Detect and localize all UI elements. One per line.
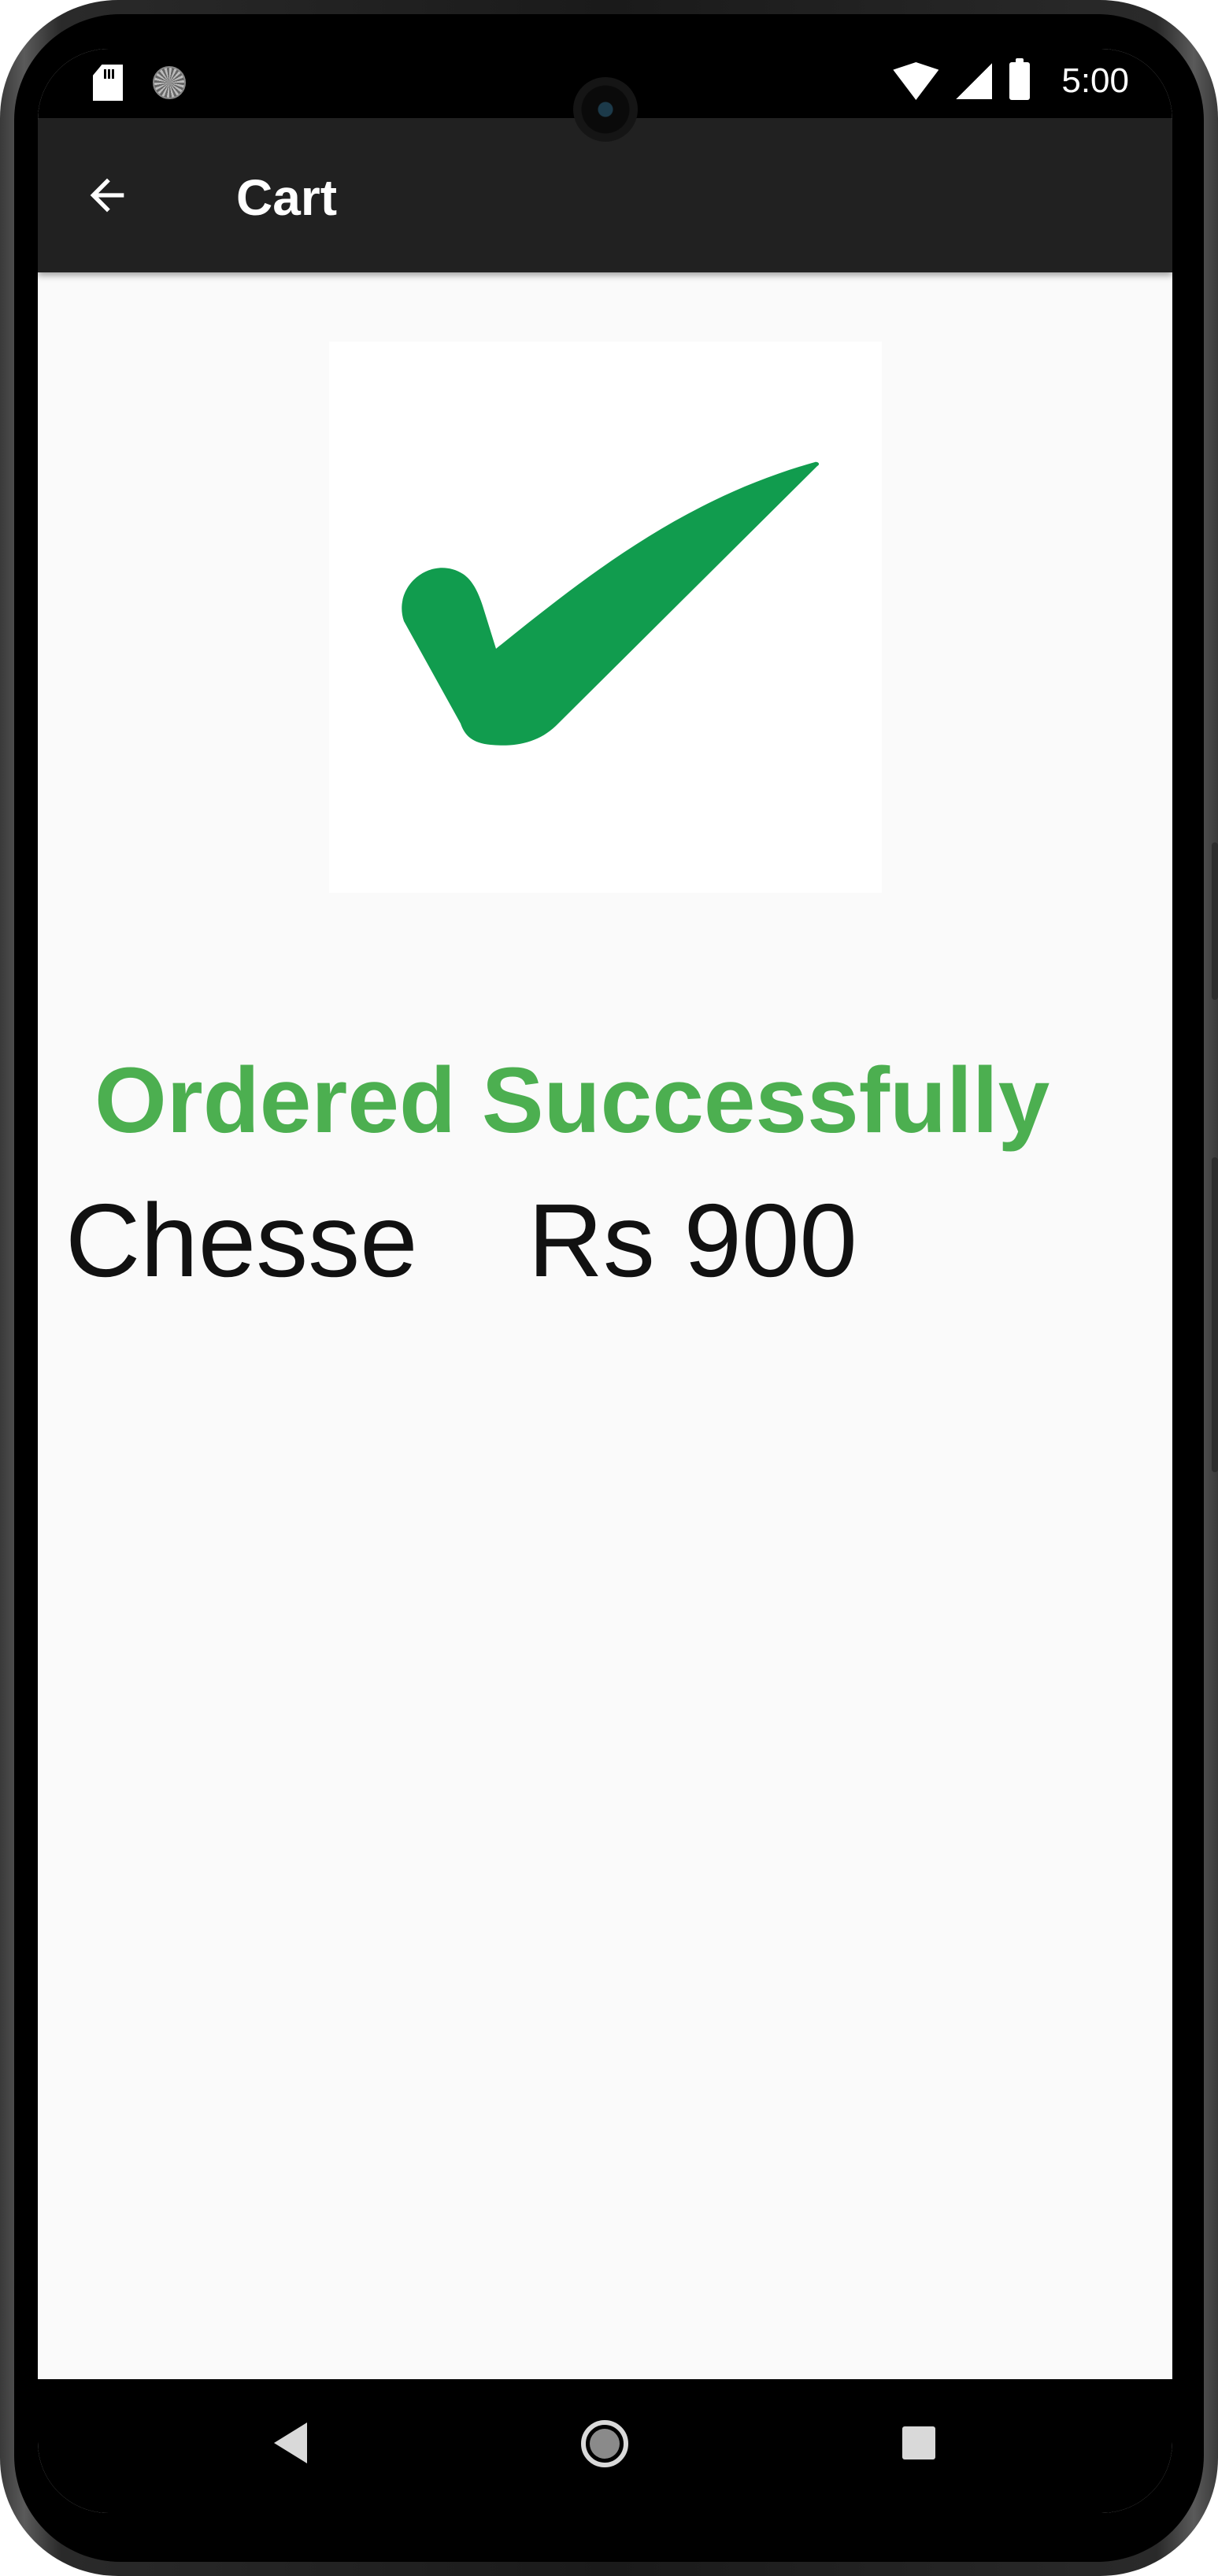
screen: 5:00 Cart Ordered Successfully Chesse Rs… [38,49,1172,2513]
power-button [1212,1157,1218,1472]
page-title: Cart [236,169,338,226]
status-right-icons: 5:00 [893,58,1129,101]
volume-button [1212,842,1218,1000]
success-message: Ordered Successfully [94,1049,1050,1153]
arrow-left-icon [90,178,124,213]
item-price: Rs 900 [528,1183,857,1298]
signal-icon [956,63,993,99]
battery-icon [1009,58,1031,100]
nav-recents-icon[interactable] [902,2426,935,2459]
phone-frame: 5:00 Cart Ordered Successfully Chesse Rs… [0,0,1218,2576]
status-left-icons [93,65,186,101]
success-image [329,342,882,893]
nav-home-icon[interactable] [581,2420,628,2467]
ordered-item-row: Chesse Rs 900 [65,1181,857,1300]
status-time: 5:00 [1061,61,1129,100]
back-button[interactable] [76,164,139,227]
loading-icon [153,66,186,99]
item-name: Chesse [65,1183,418,1298]
front-camera [573,77,638,142]
checkmark-icon [402,461,820,746]
wifi-icon [893,62,939,100]
navigation-bar [38,2379,1172,2513]
nav-back-icon[interactable] [274,2422,307,2463]
sd-card-icon [93,65,123,101]
